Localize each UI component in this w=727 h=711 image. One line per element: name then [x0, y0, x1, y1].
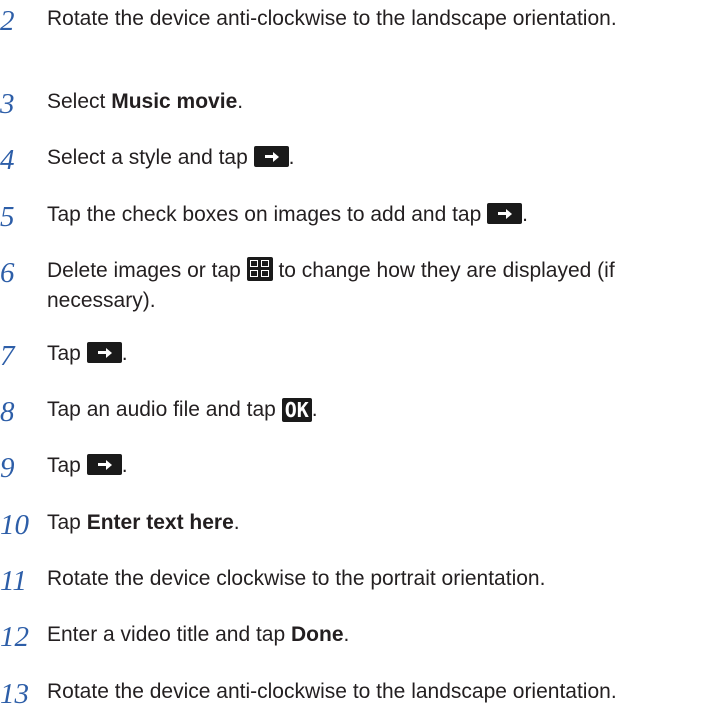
step-number: 7 — [0, 339, 15, 372]
step-text-pre: Tap an audio file and tap — [47, 397, 282, 421]
button-done: Done — [291, 623, 344, 647]
step-text-post: . — [311, 397, 318, 421]
step-text-post: . — [288, 146, 295, 170]
step-text: Tap . — [47, 451, 717, 481]
step-number: 8 — [0, 395, 15, 428]
step-text-pre: Delete images or tap — [47, 258, 247, 282]
step-text: Rotate the device anti-clockwise to the … — [47, 679, 617, 703]
step-text-post: . — [522, 203, 528, 227]
step-text-pre: Tap — [47, 454, 87, 478]
step-text-post: . — [121, 341, 128, 365]
step-text-post: . — [121, 454, 128, 478]
step-text-pre: Tap the check boxes on images to add and… — [47, 203, 488, 227]
step-number: 12 — [0, 621, 29, 654]
step-text: Select a style and tap . — [47, 143, 717, 173]
step-number: 9 — [0, 452, 15, 485]
step-text-pre: Tap — [47, 510, 87, 534]
forward-arrow-icon — [253, 146, 289, 168]
step-number: 13 — [0, 677, 29, 710]
step-number: 6 — [0, 256, 15, 289]
step-text: Tap . — [47, 339, 717, 369]
step-text: Delete images or tap to change how they … — [47, 256, 717, 316]
step-number: 10 — [0, 508, 29, 541]
step-number: 11 — [0, 564, 27, 597]
forward-arrow-icon — [86, 341, 122, 363]
ok-icon: OK — [281, 397, 312, 422]
forward-arrow-icon — [487, 203, 523, 225]
step-number: 2 — [0, 4, 15, 37]
layout-grid-icon — [246, 256, 273, 281]
step-text: Tap Enter text here. — [47, 508, 717, 538]
step-number: 4 — [0, 144, 15, 177]
step-text-pre: Select a style and tap — [47, 146, 254, 170]
step-text: Tap the check boxes on images to add and… — [47, 200, 717, 230]
step-text-pre: Select — [47, 89, 112, 113]
step-number: 5 — [0, 201, 15, 234]
step-text-post: . — [237, 89, 244, 113]
step-text-post: . — [343, 623, 350, 647]
step-text-pre: Enter a video title and tap — [47, 623, 291, 647]
step-text: Enter a video title and tap Done. — [47, 620, 717, 650]
step-text: Rotate the device clockwise to the portr… — [47, 566, 546, 590]
step-text-post: . — [233, 510, 240, 534]
step-text: Select Music movie. — [47, 87, 717, 117]
step-text: Tap an audio file and tap OK. — [47, 395, 717, 425]
forward-arrow-icon — [86, 454, 122, 476]
step-text: Rotate the device anti-clockwise to the … — [47, 6, 617, 30]
step-number: 3 — [0, 87, 15, 120]
field-enter-text-here: Enter text here — [86, 510, 234, 534]
menu-option-music-movie: Music movie — [111, 89, 238, 113]
step-text-pre: Tap — [47, 341, 87, 365]
